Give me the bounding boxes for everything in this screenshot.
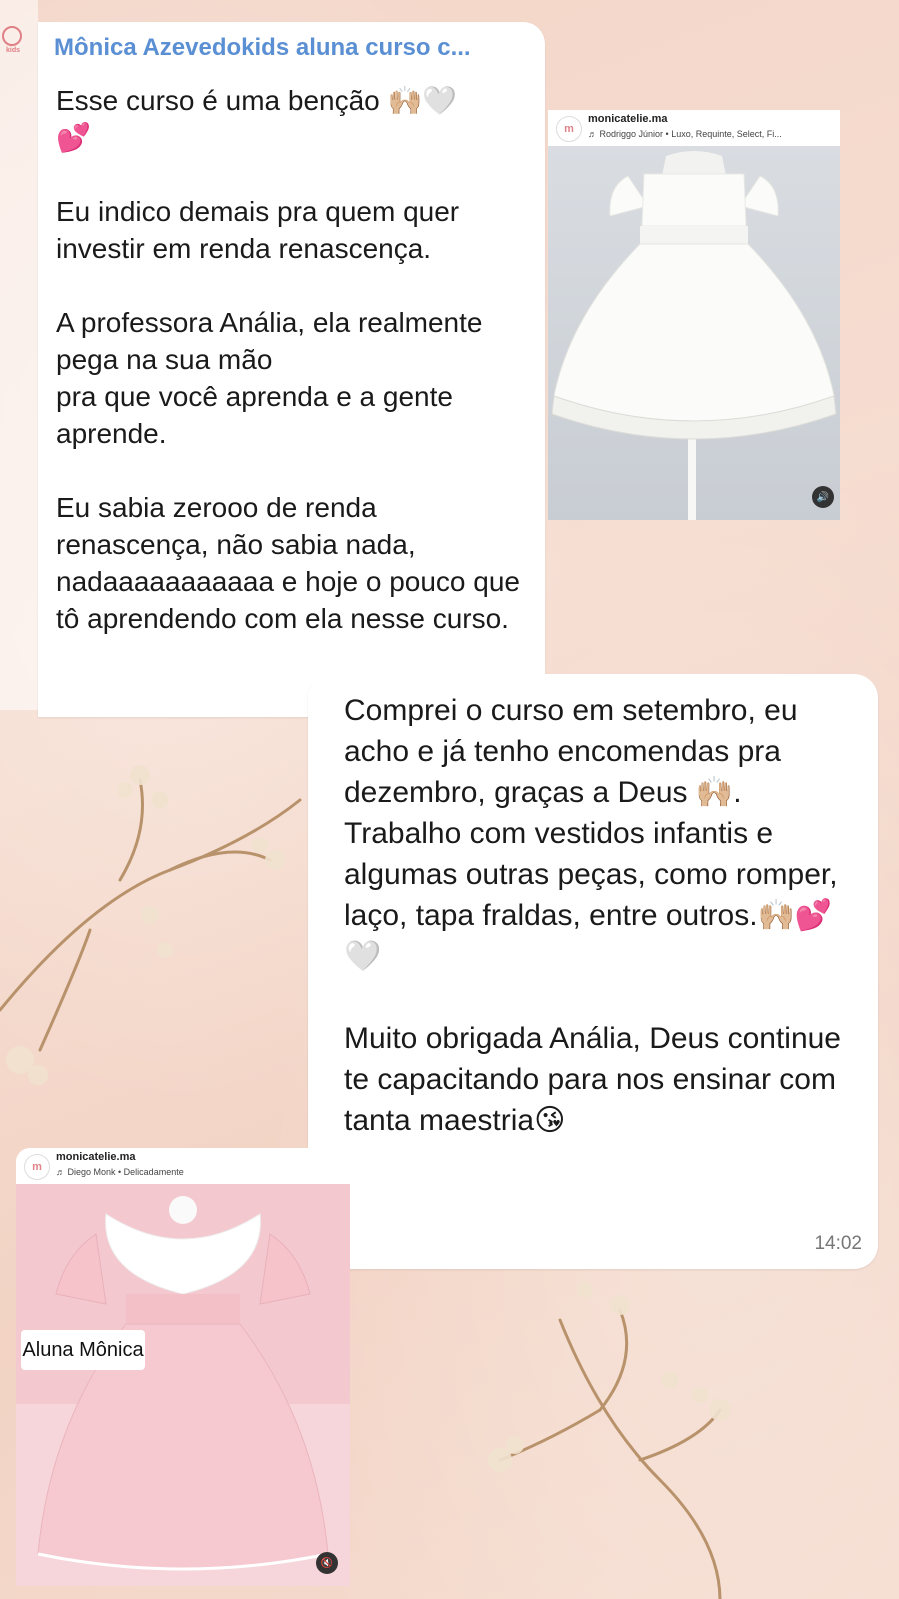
- message-bubble-1: Mônica Azevedokids aluna curso c... Esse…: [38, 22, 545, 717]
- profile-avatar-icon: m: [556, 116, 582, 142]
- pink-dress-image: [16, 1184, 350, 1586]
- reel-header: m monicatelie.ma ♬ Diego Monk • Delicada…: [16, 1148, 350, 1184]
- profile-avatar-icon: m: [24, 1154, 50, 1180]
- sound-toggle-icon[interactable]: 🔊: [812, 486, 834, 508]
- message-bubble-2: Comprei o curso em setembro, eu acho e j…: [308, 674, 878, 1269]
- message-text-2: Comprei o curso em setembro, eu acho e j…: [344, 694, 841, 1137]
- reel-card-1[interactable]: m monicatelie.ma ♬ Rodriggo Júnior • Lux…: [548, 110, 840, 520]
- message-timestamp: 14:02: [814, 1233, 862, 1254]
- app-logo-icon: kids: [0, 24, 24, 60]
- reel-music-info: ♬ Diego Monk • Delicadamente: [56, 1167, 184, 1177]
- reel-music-info: ♬ Rodriggo Júnior • Luxo, Requinte, Sele…: [588, 129, 782, 139]
- reel-username[interactable]: monicatelie.ma: [56, 1151, 135, 1163]
- message-text-1: Esse curso é uma benção 🙌🏼🤍 💕 Eu indico …: [56, 85, 520, 634]
- mute-toggle-icon[interactable]: 🔇: [316, 1552, 338, 1574]
- caption-label: Aluna Mônica: [21, 1330, 145, 1370]
- reel-username[interactable]: monicatelie.ma: [588, 113, 667, 125]
- chat-background-strip: [0, 0, 38, 710]
- reel-header: m monicatelie.ma ♬ Rodriggo Júnior • Lux…: [548, 110, 840, 146]
- svg-text:kids: kids: [6, 47, 20, 54]
- sender-name[interactable]: Mônica Azevedokids aluna curso c...: [54, 34, 471, 62]
- white-dress-image: [548, 146, 840, 520]
